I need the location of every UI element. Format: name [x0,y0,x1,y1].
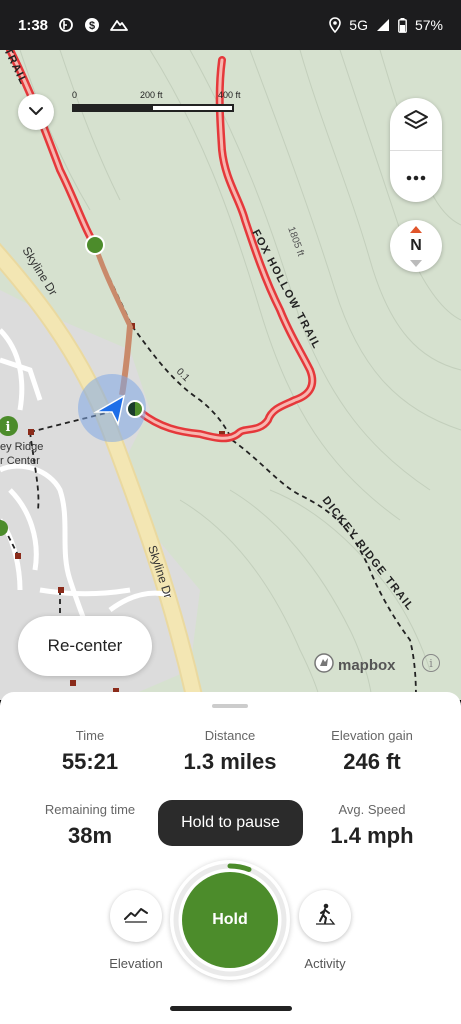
stat-time-value: 55:21 [61,749,119,774]
chevron-down-icon [28,103,44,121]
stat-time: Time 55:21 [20,728,160,775]
stat-distance-value: 1.3 miles [183,749,277,774]
hiker-icon [313,902,337,931]
hold-control: Hold [170,860,290,980]
map-view[interactable]: i FOX HOLLOW TRAIL DICKEY RIDGE TRAIL Sk… [0,50,461,700]
stat-distance-label: Distance [204,728,256,743]
alltrails-notification-icon [110,18,128,32]
scale-zero: 0 [72,90,78,100]
scale-bar: 0 200 ft 400 ft [72,90,242,116]
elevation-label: Elevation [109,956,163,971]
scale-max: 400 ft [218,90,241,100]
status-bar: 1:38 $ 5G 57% [0,0,461,50]
activity-button[interactable] [299,890,351,942]
layers-button[interactable] [390,98,442,148]
recenter-button[interactable]: Re-center [18,616,152,676]
stat-remaining-time-value: 38m [67,823,113,848]
compass-north-icon [410,220,422,238]
visitor-center-label-1: ey Ridge [0,441,43,453]
system-nav-bar [0,996,461,1024]
attribution-info-icon[interactable]: i [422,654,440,672]
stat-elevation-gain-value: 246 ft [343,749,401,774]
divider [390,150,442,151]
stat-avg-speed: Avg. Speed 1.4 mph [302,802,442,849]
collapse-button[interactable] [18,94,54,130]
mapbox-logo-icon [314,653,334,677]
activity-label: Activity [304,956,346,971]
map-options-group [390,98,442,202]
signal-icon [376,18,390,32]
stat-avg-speed-label: Avg. Speed [338,802,406,817]
contour-label: 1805 ft [285,225,306,258]
mapbox-attribution[interactable]: mapbox [314,653,396,677]
more-dots-icon [406,168,426,186]
scale-mid: 200 ft [140,90,163,100]
elevation-button[interactable] [110,890,162,942]
compass-button[interactable]: N [390,220,442,272]
stat-distance: Distance 1.3 miles [160,728,300,775]
battery-percent: 57% [414,17,443,33]
trail-top-left-label: TRAIL [1,50,29,87]
scale-graphic [72,104,234,112]
compass-label: N [410,237,422,254]
more-options-button[interactable] [390,152,442,202]
stat-remaining-time: Remaining time 38m [20,802,160,849]
dickey-ridge-label: DICKEY RIDGE TRAIL [320,494,417,613]
stat-avg-speed-value: 1.4 mph [330,823,414,848]
recording-sheet: Time 55:21 Distance 1.3 miles Elevation … [0,692,461,996]
layers-icon [403,109,429,138]
home-gesture-pill[interactable] [170,1006,292,1011]
location-icon [329,17,342,33]
hold-to-pause-tooltip: Hold to pause [158,800,303,846]
sheet-drag-handle[interactable] [212,704,248,708]
mapbox-label: mapbox [338,656,396,674]
dollar-notification-icon: $ [84,17,100,33]
stat-time-label: Time [75,728,105,743]
svg-text:$: $ [89,20,95,32]
svg-text:i: i [6,420,11,435]
stat-elevation-gain-label: Elevation gain [331,728,413,743]
elevation-chart-icon [123,905,149,928]
stat-elevation-gain: Elevation gain 246 ft [302,728,442,775]
segment-distance-label: 0.1 [174,366,192,384]
visitor-center-label-2: r Center [0,455,40,467]
battery-icon [398,17,407,33]
stat-remaining-time-label: Remaining time [44,802,136,817]
network-type: 5G [349,17,368,33]
app-notification-icon [58,17,74,33]
compass-south-icon [410,254,422,272]
status-time: 1:38 [18,16,49,34]
hold-button[interactable]: Hold [182,872,278,968]
